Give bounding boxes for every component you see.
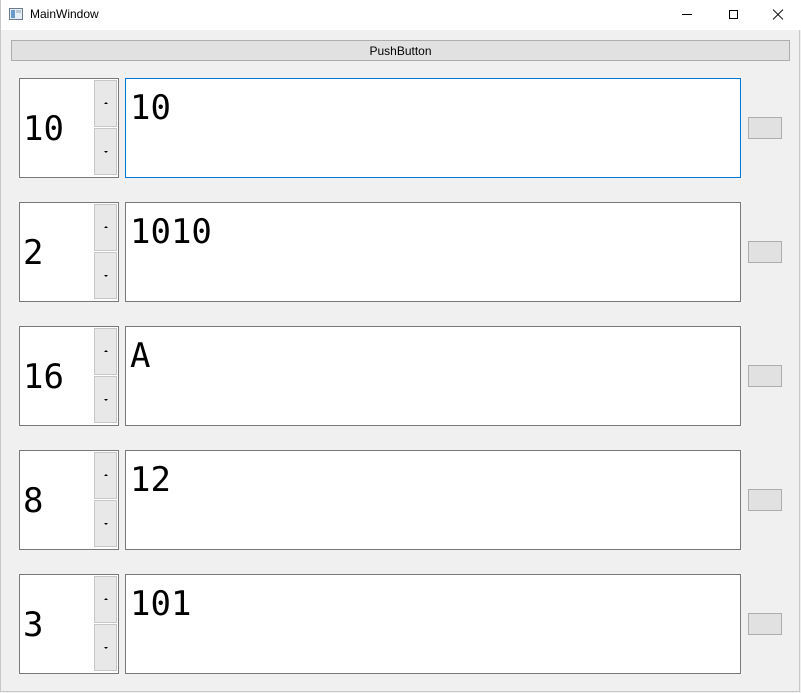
app-window-icon (9, 8, 23, 20)
arrow-up-icon (104, 102, 108, 104)
arrow-down-icon (104, 151, 108, 153)
title-bar[interactable]: MainWindow (1, 0, 801, 30)
arrow-up-icon (104, 350, 108, 352)
main-window: MainWindow PushButton 10 10 2 1010 16 A … (0, 0, 801, 692)
spin-up-button[interactable] (94, 204, 117, 251)
base-value: 10 (23, 109, 64, 149)
window-title: MainWindow (30, 7, 99, 21)
arrow-down-icon (104, 523, 108, 525)
spin-buttons (94, 452, 117, 548)
row-action-button-1[interactable] (748, 117, 782, 139)
spin-down-button[interactable] (94, 624, 117, 671)
push-button[interactable]: PushButton (11, 40, 790, 61)
converted-value: A (130, 336, 151, 376)
converted-value-field-5[interactable]: 101 (125, 574, 741, 674)
row-action-button-4[interactable] (748, 489, 782, 511)
minimize-button[interactable] (664, 0, 710, 29)
spin-down-button[interactable] (94, 252, 117, 299)
converted-value-field-3[interactable]: A (125, 326, 741, 426)
converted-value-field-2[interactable]: 1010 (125, 202, 741, 302)
base-value: 3 (23, 605, 44, 645)
maximize-icon (728, 10, 738, 19)
base-spinbox-5[interactable]: 3 (19, 574, 119, 674)
base-value: 16 (23, 357, 64, 397)
spin-up-button[interactable] (94, 452, 117, 499)
spin-up-button[interactable] (94, 80, 117, 127)
spin-down-button[interactable] (94, 376, 117, 423)
maximize-button[interactable] (710, 0, 756, 29)
spin-buttons (94, 80, 117, 176)
arrow-up-icon (104, 598, 108, 600)
spin-down-button[interactable] (94, 128, 117, 175)
converted-value: 101 (130, 584, 192, 624)
arrow-up-icon (104, 474, 108, 476)
base-spinbox-2[interactable]: 2 (19, 202, 119, 302)
spin-up-button[interactable] (94, 576, 117, 623)
row-action-button-3[interactable] (748, 365, 782, 387)
arrow-down-icon (104, 399, 108, 401)
minimize-icon (682, 14, 692, 15)
spin-buttons (94, 576, 117, 672)
base-value: 8 (23, 481, 44, 521)
row-action-button-2[interactable] (748, 241, 782, 263)
arrow-up-icon (104, 226, 108, 228)
arrow-down-icon (104, 647, 108, 649)
row-action-button-5[interactable] (748, 613, 782, 635)
converted-value-field-4[interactable]: 12 (125, 450, 741, 550)
close-icon (772, 9, 784, 21)
converted-value: 12 (130, 460, 171, 500)
arrow-down-icon (104, 275, 108, 277)
converted-value: 10 (130, 88, 171, 128)
spin-down-button[interactable] (94, 500, 117, 547)
close-button[interactable] (755, 0, 801, 29)
converted-value: 1010 (130, 212, 212, 252)
spin-buttons (94, 204, 117, 300)
base-spinbox-4[interactable]: 8 (19, 450, 119, 550)
base-value: 2 (23, 233, 44, 273)
spin-up-button[interactable] (94, 328, 117, 375)
spin-buttons (94, 328, 117, 424)
base-spinbox-1[interactable]: 10 (19, 78, 119, 178)
converted-value-field-1[interactable]: 10 (125, 78, 741, 178)
base-spinbox-3[interactable]: 16 (19, 326, 119, 426)
